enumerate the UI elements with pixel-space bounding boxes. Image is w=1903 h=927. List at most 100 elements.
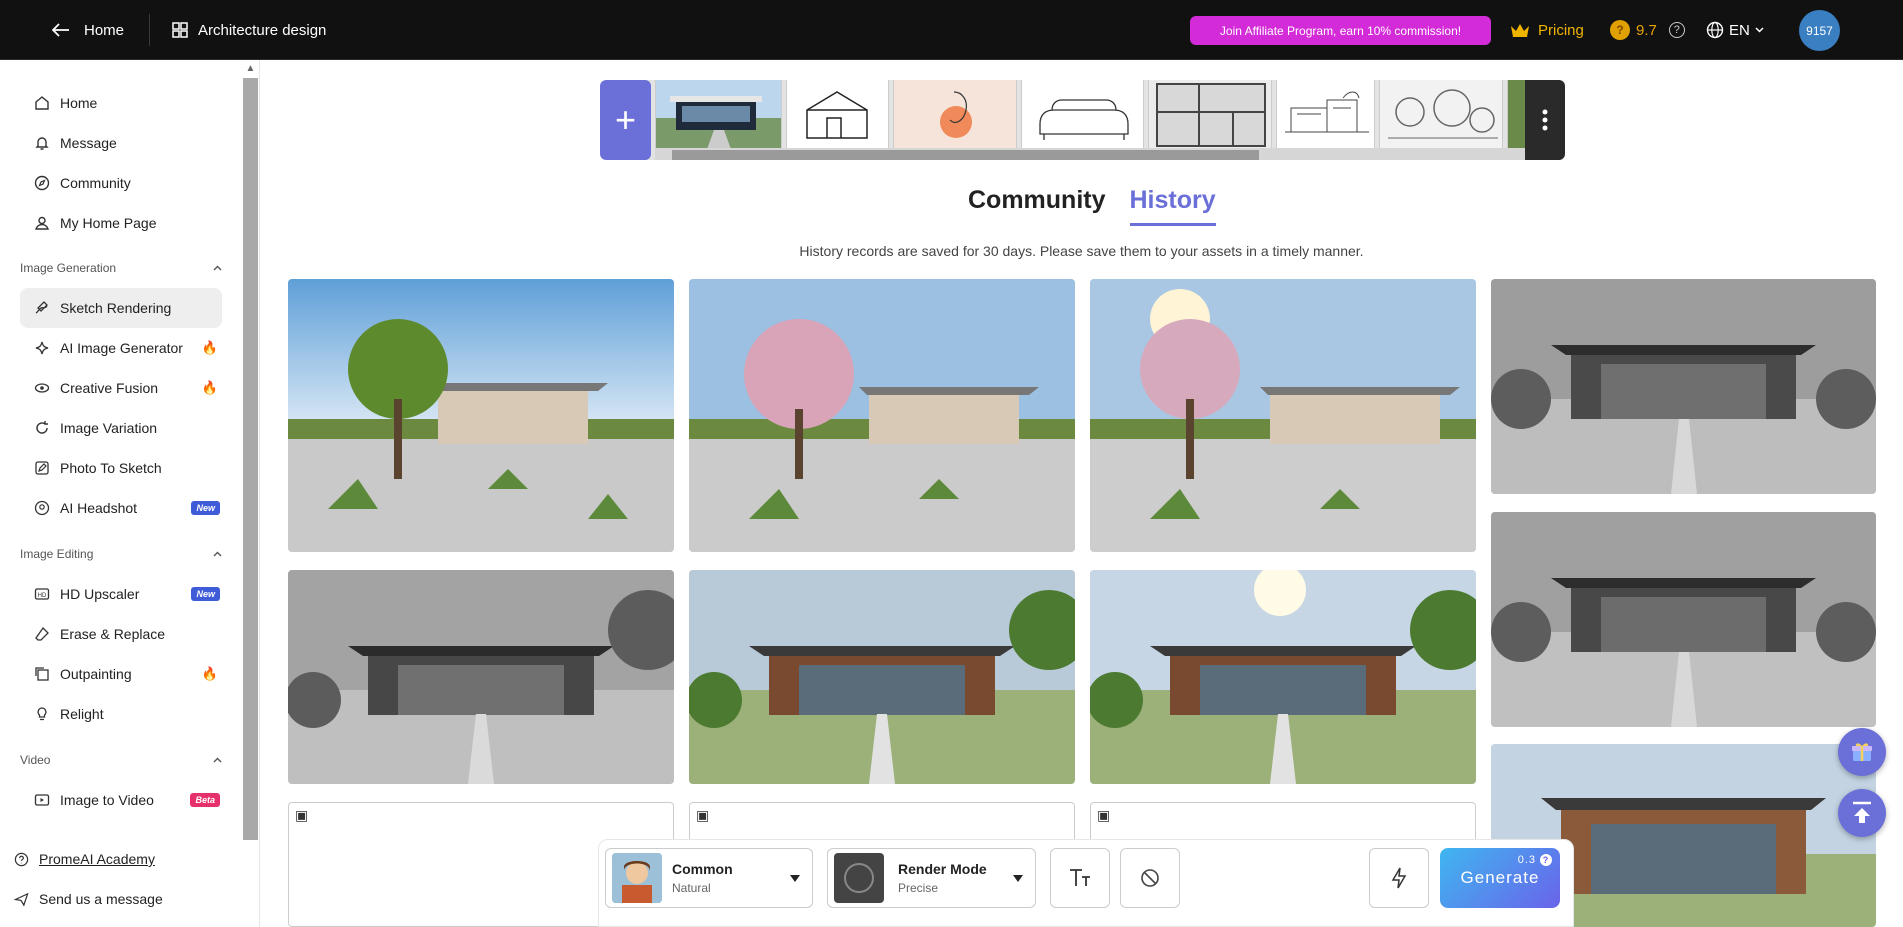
history-image-card[interactable] <box>689 570 1075 784</box>
section-video[interactable]: Video <box>20 750 222 770</box>
help-icon[interactable]: ? <box>1668 22 1685 38</box>
edit-icon <box>35 461 49 475</box>
section-label: Image Editing <box>20 547 94 561</box>
gift-icon <box>1852 743 1872 761</box>
style-selector[interactable]: Common Natural <box>605 848 813 908</box>
academy-label: PromeAI Academy <box>39 851 155 867</box>
arrow-left-icon <box>52 23 69 37</box>
scroll-up-arrow[interactable]: ▲ <box>243 60 258 76</box>
ban-icon <box>1141 869 1159 887</box>
strip-scrollbar-thumb[interactable] <box>672 150 1259 160</box>
sidebar-item-home[interactable]: Home <box>20 83 222 123</box>
negative-prompt-button[interactable] <box>1120 848 1180 908</box>
template-thumbnail[interactable] <box>1276 80 1375 151</box>
sidebar-item-label: Photo To Sketch <box>60 460 162 476</box>
generate-button[interactable]: 0.3 ? Generate <box>1440 848 1560 908</box>
lightning-icon <box>1391 867 1407 889</box>
language-selector[interactable]: EN <box>1706 18 1764 42</box>
more-icon[interactable] <box>1525 80 1565 160</box>
template-thumbnail[interactable] <box>1148 80 1272 151</box>
home-nav-button[interactable]: Home <box>52 18 124 42</box>
affiliate-button[interactable]: Join Affiliate Program, earn 10% commiss… <box>1190 16 1491 45</box>
sidebar-item-label: Message <box>60 135 117 151</box>
coin-icon: ? <box>1540 854 1552 866</box>
bell-icon <box>35 137 49 150</box>
history-image-card[interactable] <box>1090 279 1476 552</box>
section-image-generation[interactable]: Image Generation <box>20 258 222 278</box>
history-image-card[interactable] <box>1090 570 1476 784</box>
grid-icon <box>172 22 188 38</box>
sidebar-item-creative-fusion[interactable]: Creative Fusion 🔥 <box>20 368 222 408</box>
render-mode-sub: Precise <box>898 881 939 895</box>
sidebar-item-label: Erase & Replace <box>60 626 166 642</box>
user-icon <box>35 216 49 230</box>
history-image-card[interactable] <box>288 279 674 552</box>
history-image-card[interactable] <box>1491 279 1876 494</box>
send-message-link[interactable]: Send us a message <box>14 888 163 910</box>
style-sub: Natural <box>672 881 711 895</box>
generate-cost-value: 0.3 <box>1517 854 1536 866</box>
sidebar-item-erase-replace[interactable]: Erase & Replace <box>20 614 222 654</box>
sidebar-item-message[interactable]: Message <box>20 123 222 163</box>
quick-mode-button[interactable] <box>1369 848 1429 908</box>
template-thumbnail[interactable] <box>786 80 889 151</box>
sidebar-item-relight[interactable]: Relight <box>20 694 222 734</box>
add-image-button[interactable]: + <box>600 80 651 160</box>
sidebar-item-ai-image-generator[interactable]: AI Image Generator 🔥 <box>20 328 222 368</box>
sidebar-item-photo-to-sketch[interactable]: Photo To Sketch <box>20 448 222 488</box>
render-mode-thumbnail <box>834 853 884 903</box>
sidebar: ▲ Home Message Community My Home Page Im… <box>0 60 260 927</box>
template-strip: + <box>600 80 1565 160</box>
gift-button[interactable] <box>1838 728 1886 776</box>
history-image-card[interactable] <box>1491 512 1876 727</box>
academy-link[interactable]: PromeAI Academy <box>14 848 155 870</box>
template-thumbnail[interactable] <box>1379 80 1503 151</box>
text-prompt-button[interactable] <box>1050 848 1110 908</box>
headshot-icon <box>34 500 50 516</box>
sidebar-item-label: Home <box>60 95 98 111</box>
divider <box>149 14 150 46</box>
tab-history[interactable]: History <box>1129 186 1216 226</box>
project-selector[interactable]: Architecture design <box>172 18 326 42</box>
caret-down-icon <box>1013 875 1023 882</box>
sidebar-item-image-to-video[interactable]: Image to Video Beta <box>20 780 222 820</box>
fire-icon: 🔥 <box>201 380 218 395</box>
new-badge: New <box>191 501 220 515</box>
sidebar-item-sketch-rendering[interactable]: Sketch Rendering <box>20 288 222 328</box>
sketch-icon <box>35 301 48 314</box>
crown-icon <box>1511 24 1529 37</box>
template-thumbnail[interactable] <box>1021 80 1144 151</box>
image-placeholder-icon: ▣ <box>1097 807 1111 823</box>
sidebar-item-ai-headshot[interactable]: AI Headshot New <box>20 488 222 528</box>
history-image-card[interactable] <box>689 279 1075 552</box>
refresh-icon <box>36 421 48 434</box>
credits-display[interactable]: ? 9.7 ? <box>1610 18 1685 42</box>
sidebar-item-label: HD Upscaler <box>60 586 140 602</box>
pricing-link[interactable]: Pricing <box>1510 18 1584 42</box>
globe-icon <box>1706 21 1724 39</box>
sidebar-item-my-home-page[interactable]: My Home Page <box>20 203 222 243</box>
scroll-to-top-button[interactable] <box>1838 789 1886 837</box>
sidebar-item-hd-upscaler[interactable]: HD HD Upscaler New <box>20 574 222 614</box>
home-icon <box>35 96 49 110</box>
sidebar-item-image-variation[interactable]: Image Variation <box>20 408 222 448</box>
sidebar-item-label: Sketch Rendering <box>60 300 172 316</box>
send-icon <box>14 892 29 907</box>
image-placeholder-icon: ▣ <box>696 807 710 823</box>
style-label: Common <box>672 861 733 877</box>
question-circle-icon <box>14 852 29 866</box>
sidebar-scrollbar[interactable] <box>243 78 258 840</box>
template-thumbnail[interactable] <box>893 80 1017 151</box>
section-image-editing[interactable]: Image Editing <box>20 544 222 564</box>
template-thumbnail[interactable] <box>655 80 782 151</box>
coin-icon: ? <box>1610 20 1630 40</box>
generate-label: Generate <box>1460 868 1540 887</box>
history-image-card[interactable] <box>288 570 674 784</box>
tab-community[interactable]: Community <box>968 186 1106 226</box>
avatar[interactable]: 9157 <box>1799 10 1840 51</box>
sidebar-item-community[interactable]: Community <box>20 163 222 203</box>
fusion-icon <box>34 383 50 393</box>
render-mode-selector[interactable]: Render Mode Precise <box>827 848 1036 908</box>
sidebar-item-outpainting[interactable]: Outpainting 🔥 <box>20 654 222 694</box>
bulb-icon <box>37 707 47 721</box>
